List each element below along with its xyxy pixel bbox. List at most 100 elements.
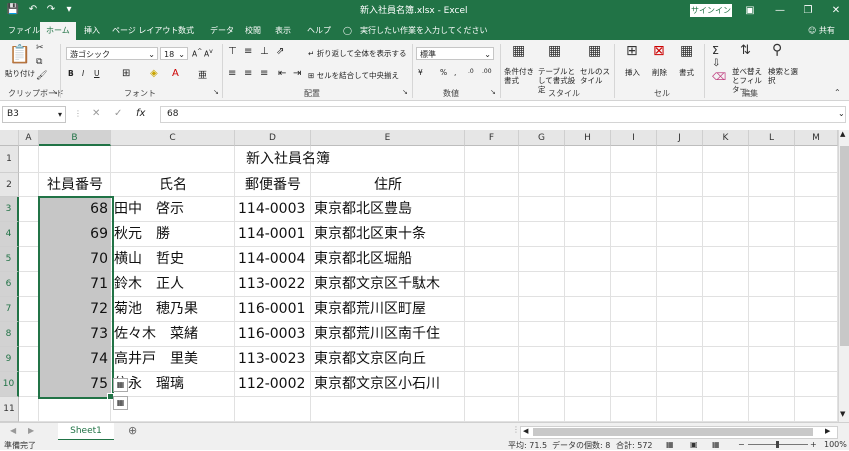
- insert-cells-button[interactable]: 挿入: [625, 67, 640, 78]
- record-id-cell[interactable]: 73: [39, 322, 111, 347]
- tab-file[interactable]: ファイル: [8, 22, 40, 40]
- scroll-up-icon[interactable]: ▲: [840, 130, 845, 138]
- delete-cells-icon[interactable]: ⊠: [653, 43, 665, 59]
- expand-formula-icon[interactable]: ⌄: [838, 109, 845, 118]
- row-header[interactable]: 5: [0, 247, 19, 272]
- row-header[interactable]: 1: [0, 146, 19, 173]
- record-zip-cell[interactable]: 114-0001: [235, 222, 311, 247]
- currency-icon[interactable]: ¥: [418, 68, 423, 77]
- header-cell[interactable]: 氏名: [111, 173, 235, 197]
- signin-button[interactable]: サインイン: [690, 4, 732, 17]
- column-header[interactable]: D: [235, 130, 311, 146]
- record-name-cell[interactable]: 信永 瑠璃: [111, 372, 235, 397]
- tell-me-input[interactable]: 実行したい作業を入力してください: [360, 22, 488, 40]
- merge-center-button[interactable]: ⊞ セルを結合して中央揃え: [308, 70, 399, 81]
- record-id-cell[interactable]: 70: [39, 247, 111, 272]
- header-cell[interactable]: 郵便番号: [235, 173, 311, 197]
- font-launcher-icon[interactable]: ↘: [213, 88, 219, 96]
- conditional-format-button[interactable]: 条件付き書式: [504, 67, 538, 85]
- zoom-out-icon[interactable]: −: [738, 440, 745, 449]
- vertical-scrollbar[interactable]: ▲ ▼: [838, 130, 849, 422]
- cancel-icon[interactable]: ✕: [92, 108, 100, 119]
- bold-icon[interactable]: B: [68, 69, 74, 78]
- shrink-font-icon[interactable]: Av: [204, 48, 213, 59]
- alignment-launcher-icon[interactable]: ↘: [402, 88, 408, 96]
- save-icon[interactable]: 💾: [6, 3, 20, 17]
- column-header[interactable]: M: [795, 130, 838, 146]
- paste-button[interactable]: 貼り付け: [5, 68, 35, 79]
- record-zip-cell[interactable]: 113-0022: [235, 272, 311, 297]
- quick-analysis-icon[interactable]: ▦: [113, 378, 128, 392]
- record-name-cell[interactable]: 田中 啓示: [111, 197, 235, 222]
- orientation-icon[interactable]: ⇗: [276, 46, 284, 57]
- scroll-left-icon[interactable]: ◀: [523, 427, 528, 435]
- format-painter-icon[interactable]: 🖌: [36, 71, 47, 81]
- column-header[interactable]: H: [565, 130, 611, 146]
- row-header[interactable]: 9: [0, 347, 19, 372]
- row-header[interactable]: 6: [0, 272, 19, 297]
- row-header[interactable]: 7: [0, 297, 19, 322]
- zoom-thumb[interactable]: [776, 441, 779, 448]
- fill-color-icon[interactable]: ◈: [150, 68, 158, 79]
- wrap-text-button[interactable]: ↵ 折り返して全体を表示する: [308, 48, 406, 59]
- font-size-combo[interactable]: 18 ⌄: [160, 47, 188, 60]
- align-right-icon[interactable]: ≡: [260, 68, 268, 79]
- find-select-button[interactable]: 検索と選択: [768, 67, 798, 85]
- worksheet-grid[interactable]: A B C D E F G H I J K L M 1 2 3 4 5 6 7 …: [0, 130, 838, 422]
- tab-page-layout[interactable]: ページ レイアウト: [112, 22, 178, 40]
- record-id-cell[interactable]: 72: [39, 297, 111, 322]
- maximize-icon[interactable]: ❐: [793, 0, 823, 22]
- record-address-cell[interactable]: 東京都文京区向丘: [311, 347, 465, 372]
- record-zip-cell[interactable]: 114-0004: [235, 247, 311, 272]
- record-zip-cell[interactable]: 114-0003: [235, 197, 311, 222]
- column-header[interactable]: B: [39, 130, 111, 146]
- format-cells-button[interactable]: 書式: [679, 67, 694, 78]
- column-header[interactable]: A: [19, 130, 39, 146]
- record-zip-cell[interactable]: 113-0023: [235, 347, 311, 372]
- close-icon[interactable]: ✕: [821, 0, 849, 22]
- tab-insert[interactable]: 挿入: [84, 22, 100, 40]
- row-header[interactable]: 3: [0, 197, 19, 222]
- redo-icon[interactable]: ↷: [44, 3, 58, 17]
- record-id-cell[interactable]: 75: [39, 372, 111, 397]
- column-header[interactable]: E: [311, 130, 465, 146]
- record-zip-cell[interactable]: 116-0001: [235, 297, 311, 322]
- header-cell[interactable]: 社員番号: [39, 173, 111, 197]
- phonetic-icon[interactable]: 亜: [198, 68, 207, 81]
- tab-review[interactable]: 校閲: [245, 22, 261, 40]
- record-address-cell[interactable]: 東京都文京区千駄木: [311, 272, 465, 297]
- record-address-cell[interactable]: 東京都北区堀船: [311, 247, 465, 272]
- column-header[interactable]: L: [749, 130, 795, 146]
- collapse-ribbon-icon[interactable]: ⌃: [834, 88, 841, 97]
- indent-icon[interactable]: ⇤: [278, 68, 286, 79]
- row-header[interactable]: 8: [0, 322, 19, 347]
- scroll-down-icon[interactable]: ▼: [840, 410, 845, 418]
- sheet-title[interactable]: 新入社員名簿: [111, 146, 465, 173]
- row-header[interactable]: 11: [0, 397, 19, 422]
- format-table-icon[interactable]: ▦: [548, 43, 561, 59]
- font-color-icon[interactable]: A: [172, 68, 179, 79]
- record-name-cell[interactable]: 秋元 勝: [111, 222, 235, 247]
- align-center-icon[interactable]: ≡: [244, 68, 252, 79]
- record-id-cell[interactable]: 71: [39, 272, 111, 297]
- column-header[interactable]: G: [519, 130, 565, 146]
- record-address-cell[interactable]: 東京都文京区小石川: [311, 372, 465, 397]
- percent-icon[interactable]: %: [440, 68, 447, 77]
- minimize-icon[interactable]: —: [765, 0, 795, 22]
- select-all-corner[interactable]: [0, 130, 19, 146]
- column-header[interactable]: J: [657, 130, 703, 146]
- customize-qat-icon[interactable]: ▾: [62, 3, 76, 17]
- share-button[interactable]: ☺ 共有: [808, 22, 835, 40]
- column-header[interactable]: I: [611, 130, 657, 146]
- cut-icon[interactable]: ✂: [36, 43, 44, 53]
- delete-cells-button[interactable]: 削除: [652, 67, 667, 78]
- insert-cells-icon[interactable]: ⊞: [626, 43, 638, 59]
- tab-formulas[interactable]: 数式: [178, 22, 194, 40]
- prev-sheet-icon[interactable]: ◀: [10, 426, 16, 435]
- tab-view[interactable]: 表示: [275, 22, 291, 40]
- horizontal-scrollbar[interactable]: ◀ ▶: [520, 426, 838, 439]
- scroll-thumb[interactable]: [533, 428, 813, 436]
- record-name-cell[interactable]: 佐々木 菜緒: [111, 322, 235, 347]
- record-name-cell[interactable]: 高井戸 里美: [111, 347, 235, 372]
- autofill-options-icon[interactable]: ▦: [113, 396, 128, 410]
